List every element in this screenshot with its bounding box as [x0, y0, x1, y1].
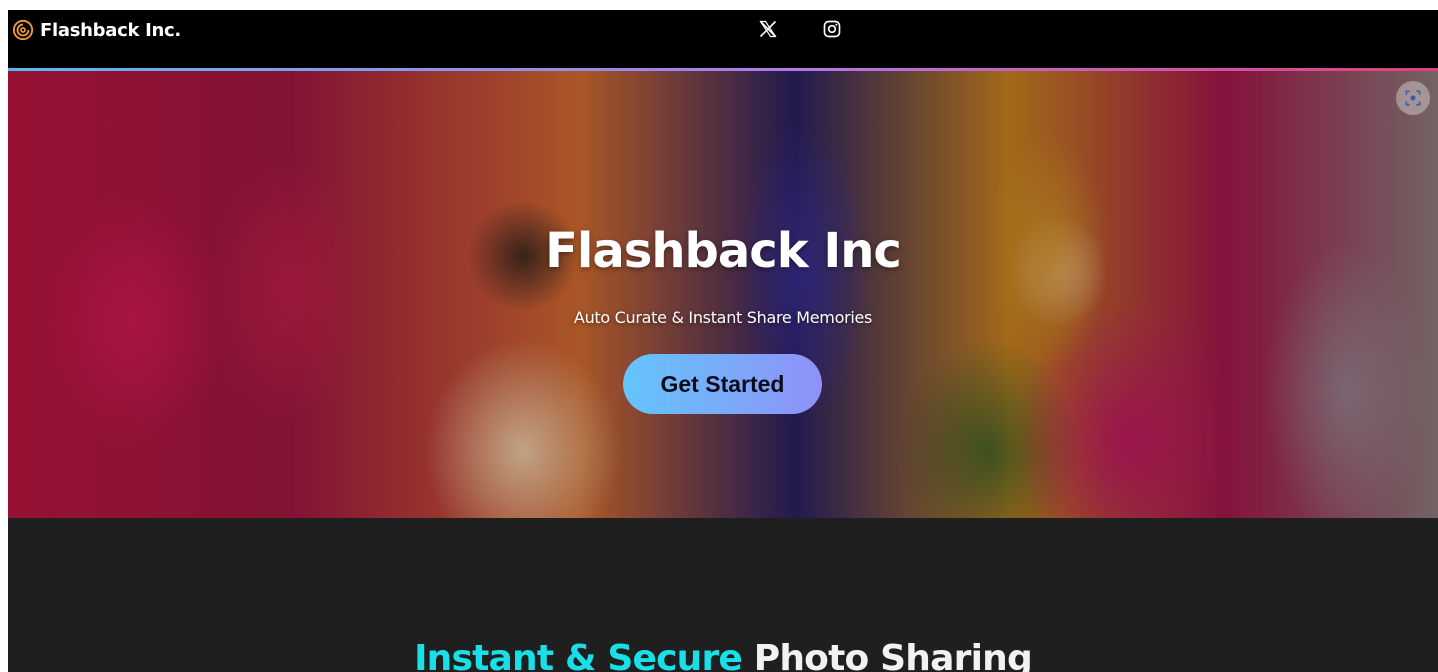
- get-started-button[interactable]: Get Started: [623, 354, 822, 414]
- social-links: [756, 17, 844, 41]
- section-title: Instant & Secure Photo Sharing: [8, 638, 1438, 672]
- instagram-icon[interactable]: [820, 17, 844, 41]
- brand-name: Flashback Inc.: [40, 19, 181, 41]
- x-icon[interactable]: [756, 17, 780, 41]
- brand[interactable]: Flashback Inc.: [12, 18, 181, 42]
- page-frame: Flashback Inc. Flashback Inc Auto Curate…: [8, 10, 1438, 672]
- hero-title: Flashback Inc: [545, 223, 902, 279]
- section-title-highlight: Instant & Secure: [414, 638, 743, 672]
- top-navbar: Flashback Inc.: [8, 10, 1438, 68]
- hero-banner: Flashback Inc Auto Curate & Instant Shar…: [8, 71, 1438, 518]
- section-title-rest: Photo Sharing: [753, 638, 1033, 672]
- hero-subtitle: Auto Curate & Instant Share Memories: [573, 308, 873, 327]
- features-section: Instant & Secure Photo Sharing: [8, 518, 1438, 672]
- spiral-logo-icon: [12, 19, 34, 41]
- hero-content: Flashback Inc Auto Curate & Instant Shar…: [8, 71, 1438, 518]
